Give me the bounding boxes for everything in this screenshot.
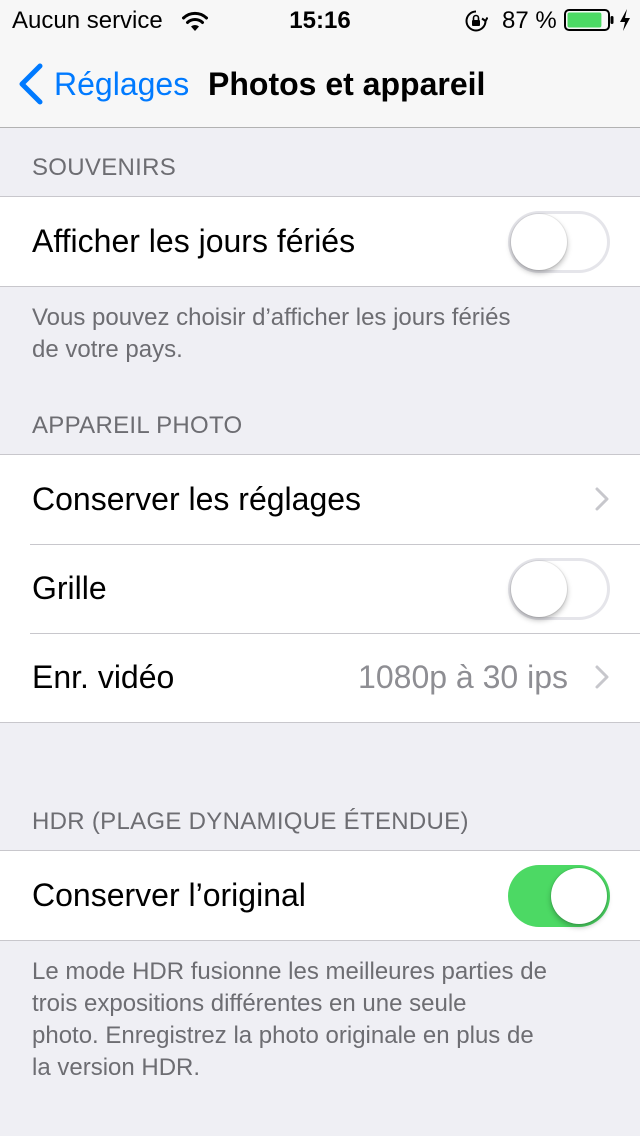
grid-switch[interactable] <box>508 558 610 620</box>
switch-knob <box>551 868 607 924</box>
row-label: Enr. vidéo <box>32 659 175 695</box>
section-header-souvenirs: SOUVENIRS <box>32 154 177 181</box>
group-camera: Conserver les réglages Grille Enr. vidéo… <box>0 454 640 723</box>
row-holidays[interactable]: Afficher les jours fériés <box>0 197 640 286</box>
hdr-footer: Le mode HDR fusionne les meilleures part… <box>32 956 622 1084</box>
group-hdr: Conserver l’original <box>0 850 640 941</box>
battery-percent: 87 % <box>502 7 557 34</box>
row-label: Conserver les réglages <box>32 481 362 517</box>
video-format-value: 1080p à 30 ips <box>358 659 568 695</box>
footer-line: de votre pays. <box>32 336 183 363</box>
group-souvenirs: Afficher les jours fériés <box>0 196 640 287</box>
section-header-hdr: HDR (PLAGE DYNAMIQUE ÉTENDUE) <box>32 808 469 835</box>
footer-line: la version HDR. <box>32 1054 201 1081</box>
chevron-left-icon[interactable] <box>16 63 44 105</box>
chevron-right-icon <box>595 665 609 689</box>
row-video-recording[interactable]: Enr. vidéo 1080p à 30 ips <box>0 633 640 722</box>
footer-line: trois expositions différentes en une seu… <box>32 990 467 1017</box>
footer-line: Vous pouvez choisir d’afficher les jours… <box>32 304 511 331</box>
row-label: Grille <box>32 570 107 606</box>
section-header-camera: APPAREIL PHOTO <box>32 412 243 439</box>
back-button[interactable]: Réglages <box>54 66 189 103</box>
settings-screen: Aucun service 15:16 87 % Réglages Photos <box>0 0 640 1136</box>
charging-bolt-icon <box>620 9 630 31</box>
row-grid[interactable]: Grille <box>0 544 640 633</box>
row-label: Conserver l’original <box>32 877 306 913</box>
holidays-switch[interactable] <box>508 211 610 273</box>
keep-original-switch[interactable] <box>508 865 610 927</box>
navigation-bar: Réglages Photos et appareil <box>0 40 640 128</box>
rotation-lock-icon <box>465 10 488 32</box>
souvenirs-footer: Vous pouvez choisir d’afficher les jours… <box>32 302 622 366</box>
status-bar: Aucun service 15:16 87 % <box>0 0 640 40</box>
switch-knob <box>511 561 567 617</box>
footer-line: Le mode HDR fusionne les meilleures part… <box>32 958 547 985</box>
footer-line: photo. Enregistrez la photo originale en… <box>32 1022 534 1049</box>
battery-icon <box>564 9 614 31</box>
switch-knob <box>511 214 567 270</box>
row-label: Afficher les jours fériés <box>32 223 356 259</box>
chevron-right-icon <box>595 487 609 511</box>
page-title: Photos et appareil <box>208 66 486 102</box>
row-preserve-settings[interactable]: Conserver les réglages <box>0 455 640 544</box>
row-keep-original[interactable]: Conserver l’original <box>0 851 640 940</box>
